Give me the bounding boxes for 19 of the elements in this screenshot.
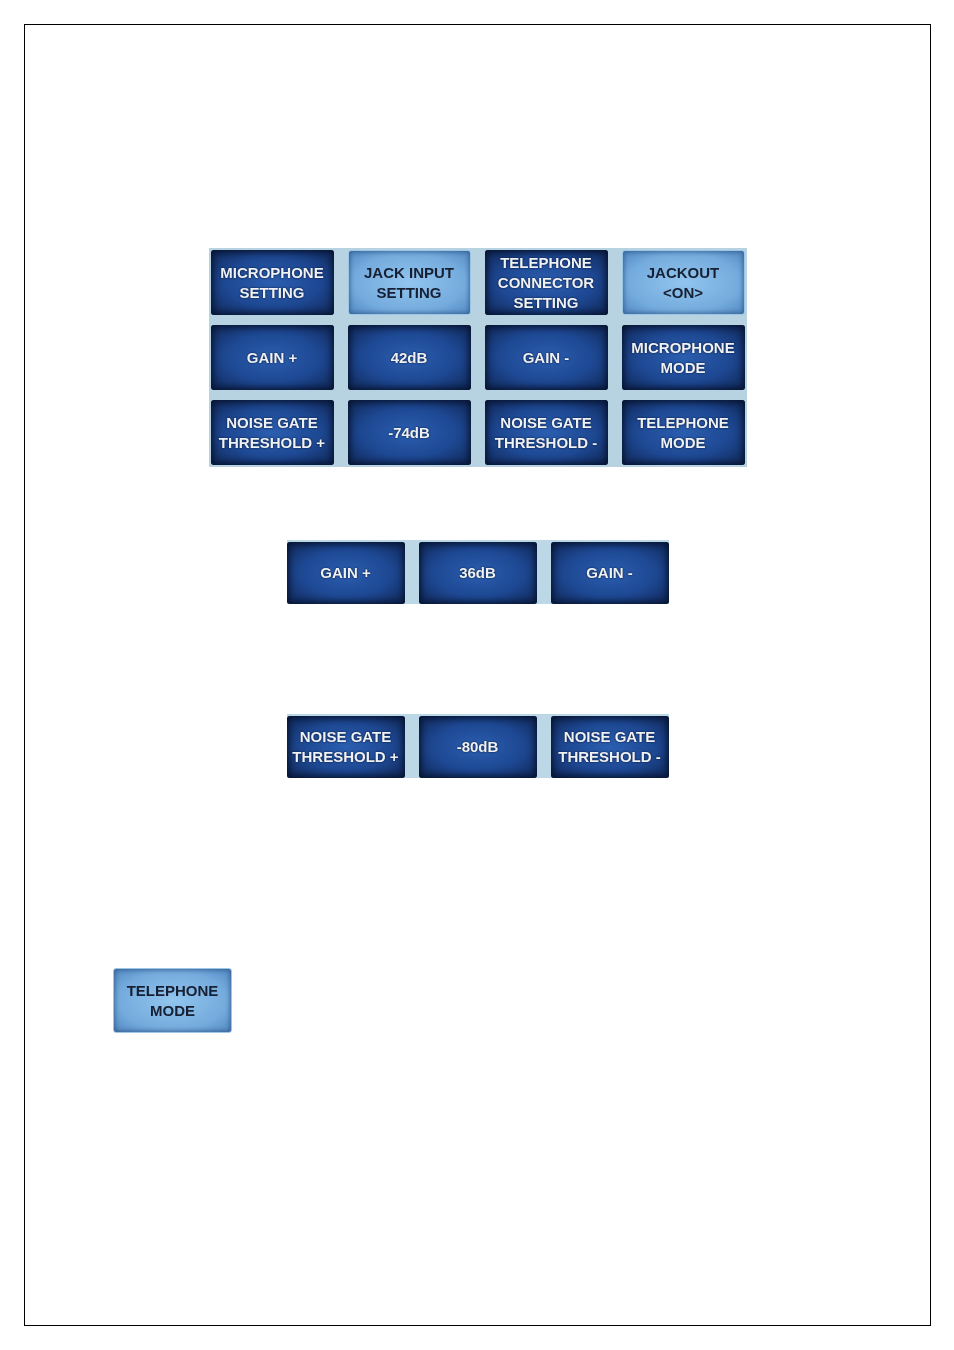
touch-button[interactable]: NOISE GATE THRESHOLD - — [484, 400, 608, 465]
touch-button[interactable]: MICROPHONE MODE — [621, 325, 745, 390]
touch-button[interactable]: 42dB — [347, 325, 471, 390]
touch-button[interactable]: -80dB — [418, 716, 537, 778]
touch-button[interactable]: NOISE GATE THRESHOLD - — [550, 716, 669, 778]
touch-button[interactable]: GAIN + — [210, 325, 334, 390]
touch-button[interactable]: TELEPHONE MODE — [621, 400, 745, 465]
touch-button[interactable]: JACKOUT <ON> — [621, 250, 745, 315]
touch-button[interactable]: JACK INPUT SETTING — [347, 250, 471, 315]
touch-button[interactable]: TELEPHONE MODE — [113, 968, 232, 1033]
touch-button[interactable]: NOISE GATE THRESHOLD + — [210, 400, 334, 465]
touch-button[interactable]: 36dB — [418, 542, 537, 604]
touch-button[interactable]: GAIN - — [484, 325, 608, 390]
touch-button[interactable]: NOISE GATE THRESHOLD + — [286, 716, 405, 778]
touch-button[interactable]: -74dB — [347, 400, 471, 465]
touch-button[interactable]: GAIN - — [550, 542, 669, 604]
touch-button[interactable]: MICROPHONE SETTING — [210, 250, 334, 315]
touch-button[interactable]: TELEPHONE CONNECTOR SETTING — [484, 250, 608, 315]
touch-button[interactable]: GAIN + — [286, 542, 405, 604]
